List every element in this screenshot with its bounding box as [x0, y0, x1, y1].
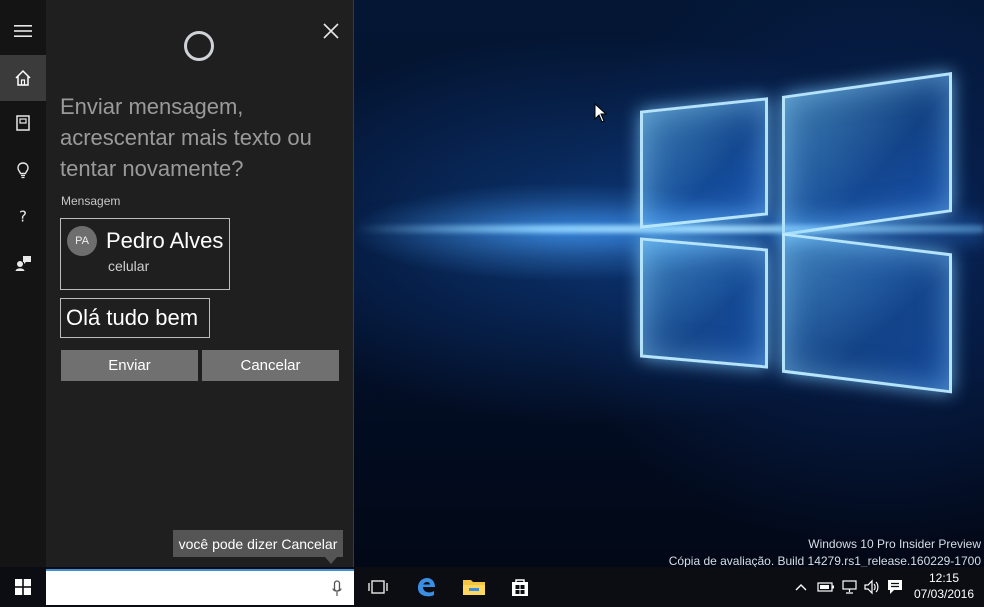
windows-logo-pane-top-left — [640, 97, 768, 229]
send-button[interactable]: Enviar — [61, 350, 198, 381]
network-button[interactable] — [839, 567, 861, 607]
edge-icon — [418, 578, 435, 597]
volume-icon — [864, 579, 879, 595]
clock-time: 12:15 — [928, 571, 960, 585]
help-button[interactable]: ? — [0, 193, 46, 239]
contact-phone-type: celular — [108, 258, 150, 274]
microphone-icon[interactable] — [332, 580, 342, 598]
network-icon — [842, 580, 857, 594]
windows-logo-pane-bottom-right — [782, 232, 952, 394]
file-explorer-button[interactable] — [450, 567, 498, 607]
notebook-icon — [16, 115, 30, 131]
store-icon — [512, 579, 528, 596]
lightbulb-icon — [17, 162, 29, 179]
message-section-label: Mensagem — [61, 194, 121, 208]
windows-logo-pane-top-right — [782, 72, 952, 236]
build-watermark-edition: Windows 10 Pro Insider Preview — [808, 537, 981, 551]
close-icon — [323, 23, 339, 39]
feedback-button[interactable] — [0, 240, 46, 286]
show-hidden-icons-button[interactable] — [792, 567, 810, 607]
home-icon — [15, 69, 31, 86]
notification-icon — [888, 580, 902, 594]
clock-date: 07/03/2016 — [913, 587, 975, 601]
avatar: PA — [67, 226, 97, 256]
file-explorer-icon — [463, 580, 485, 595]
start-button[interactable] — [0, 567, 46, 607]
action-center-button[interactable] — [884, 567, 906, 607]
voice-hint-tooltip: você pode dizer Cancelar — [173, 530, 343, 564]
svg-text:?: ? — [19, 208, 27, 226]
contact-card[interactable]: PA Pedro Alves celular — [60, 218, 230, 290]
cortana-side-rail: ? — [0, 0, 46, 567]
mouse-cursor-icon — [594, 103, 608, 123]
contact-name: Pedro Alves — [106, 228, 224, 253]
menu-icon — [14, 25, 32, 37]
store-button[interactable] — [496, 567, 544, 607]
cortana-panel: ? Enviar mensagem, acrescentar mais text… — [0, 0, 354, 567]
reminders-button[interactable] — [0, 147, 46, 193]
notebook-button[interactable] — [0, 100, 46, 146]
task-view-icon — [368, 580, 388, 594]
chevron-up-icon — [795, 584, 807, 591]
wallpaper-light-beam — [354, 225, 984, 233]
edge-browser-button[interactable] — [402, 567, 450, 607]
menu-button[interactable] — [0, 8, 46, 54]
taskbar: 12:15 07/03/2016 — [0, 567, 984, 607]
build-watermark-build: Cópia de avaliação. Build 14279.rs1_rele… — [668, 554, 981, 567]
battery-icon — [817, 582, 834, 592]
home-button[interactable] — [0, 55, 46, 101]
help-icon: ? — [19, 208, 27, 226]
task-view-button[interactable] — [354, 567, 402, 607]
windows-logo-pane-bottom-left — [640, 237, 768, 369]
windows-start-icon — [15, 579, 31, 595]
volume-button[interactable] — [861, 567, 883, 607]
taskbar-clock[interactable]: 12:15 07/03/2016 — [908, 570, 980, 602]
close-button[interactable] — [318, 18, 344, 44]
cortana-prompt: Enviar mensagem, acrescentar mais texto … — [60, 94, 312, 181]
message-text-field[interactable]: Olá tudo bem — [60, 298, 210, 338]
feedback-icon — [15, 256, 31, 271]
cortana-logo-icon — [184, 31, 214, 61]
cancel-button[interactable]: Cancelar — [202, 350, 339, 381]
cortana-search-box[interactable] — [46, 569, 354, 605]
battery-button[interactable] — [815, 567, 837, 607]
